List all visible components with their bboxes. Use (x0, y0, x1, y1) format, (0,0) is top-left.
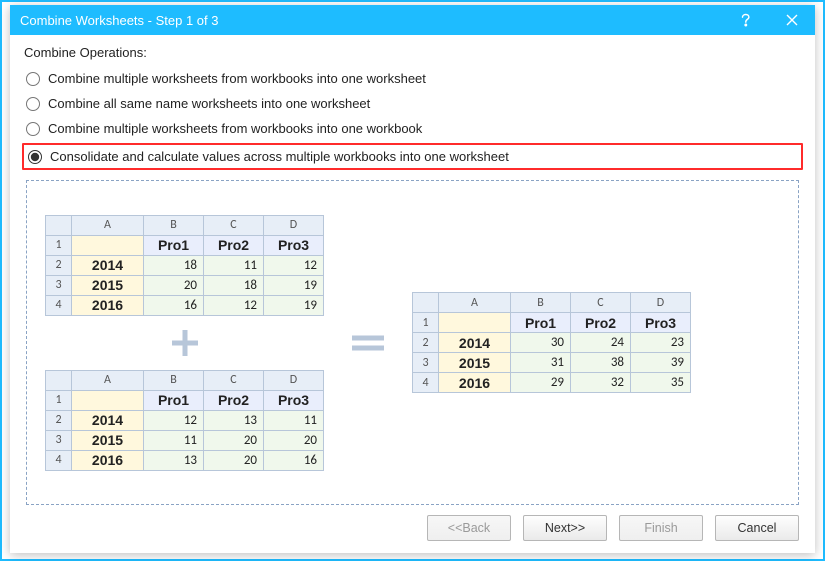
radio-combine-one-worksheet[interactable] (26, 72, 40, 86)
value-cell: 16 (264, 450, 324, 470)
radio-combine-one-workbook[interactable] (26, 122, 40, 136)
value-cell: 30 (511, 333, 571, 353)
value-cell: 29 (511, 373, 571, 393)
column-letter: C (204, 370, 264, 390)
column-letter: D (264, 370, 324, 390)
value-cell: 18 (204, 275, 264, 295)
column-letter: B (144, 370, 204, 390)
close-button[interactable] (769, 5, 815, 35)
option-label: Combine multiple worksheets from workboo… (48, 71, 426, 86)
finish-button: Finish (619, 515, 703, 541)
column-header: Pro2 (571, 313, 631, 333)
value-cell: 20 (264, 430, 324, 450)
equals-icon (348, 328, 388, 358)
value-cell: 11 (264, 410, 324, 430)
column-letter: D (264, 215, 324, 235)
value-cell: 11 (144, 430, 204, 450)
option-label: Combine all same name worksheets into on… (48, 96, 370, 111)
column-header: Pro3 (631, 313, 691, 333)
value-cell: 20 (144, 275, 204, 295)
value-cell: 12 (204, 295, 264, 315)
column-header: Pro3 (264, 235, 324, 255)
year-cell: 2015 (439, 353, 511, 373)
value-cell: 20 (204, 450, 264, 470)
next-button[interactable]: Next>> (523, 515, 607, 541)
dialog-body: Combine Operations: Combine multiple wor… (10, 35, 815, 553)
value-cell: 35 (631, 373, 691, 393)
combine-operations-group: Combine multiple worksheets from workboo… (22, 66, 803, 170)
column-letter: A (72, 370, 144, 390)
value-cell: 18 (144, 255, 204, 275)
row-header-blank (72, 235, 144, 255)
titlebar: Combine Worksheets - Step 1 of 3 (10, 5, 815, 35)
value-cell: 13 (144, 450, 204, 470)
value-cell: 13 (204, 410, 264, 430)
radio-consolidate-calculate[interactable] (28, 150, 42, 164)
value-cell: 24 (571, 333, 631, 353)
window-title: Combine Worksheets - Step 1 of 3 (20, 13, 723, 28)
year-cell: 2014 (72, 255, 144, 275)
year-cell: 2015 (72, 275, 144, 295)
value-cell: 12 (144, 410, 204, 430)
value-cell: 38 (571, 353, 631, 373)
value-cell: 16 (144, 295, 204, 315)
value-cell: 19 (264, 295, 324, 315)
plus-icon (168, 326, 202, 360)
preview-panel: ABCD1Pro1Pro2Pro322014181112320152018194… (26, 180, 799, 505)
value-cell: 11 (204, 255, 264, 275)
column-letter: A (439, 293, 511, 313)
row-header-blank (72, 390, 144, 410)
column-letter: A (72, 215, 144, 235)
value-cell: 31 (511, 353, 571, 373)
option-combine-into-one-worksheet[interactable]: Combine multiple worksheets from workboo… (22, 66, 803, 91)
value-cell: 39 (631, 353, 691, 373)
option-label: Consolidate and calculate values across … (50, 149, 509, 164)
year-cell: 2014 (439, 333, 511, 353)
dialog-button-row: <<Back Next>> Finish Cancel (22, 505, 803, 543)
column-letter: B (511, 293, 571, 313)
preview-table-top: ABCD1Pro1Pro2Pro322014181112320152018194… (45, 215, 324, 316)
year-cell: 2016 (439, 373, 511, 393)
column-header: Pro1 (144, 235, 204, 255)
cancel-button[interactable]: Cancel (715, 515, 799, 541)
value-cell: 20 (204, 430, 264, 450)
year-cell: 2016 (72, 295, 144, 315)
year-cell: 2016 (72, 450, 144, 470)
option-label: Combine multiple worksheets from workboo… (48, 121, 422, 136)
year-cell: 2014 (72, 410, 144, 430)
option-combine-into-one-workbook[interactable]: Combine multiple worksheets from workboo… (22, 116, 803, 141)
column-header: Pro3 (264, 390, 324, 410)
column-letter: D (631, 293, 691, 313)
column-letter: B (144, 215, 204, 235)
option-consolidate-calculate[interactable]: Consolidate and calculate values across … (26, 146, 799, 167)
value-cell: 32 (571, 373, 631, 393)
value-cell: 23 (631, 333, 691, 353)
dialog-window: Combine Worksheets - Step 1 of 3 Combine… (10, 5, 815, 553)
help-button[interactable] (723, 5, 769, 35)
column-letter: C (571, 293, 631, 313)
preview-table-bottom: ABCD1Pro1Pro2Pro322014121311320151120204… (45, 370, 324, 471)
preview-table-result: ABCD1Pro1Pro2Pro322014302423320153138394… (412, 292, 691, 393)
column-header: Pro2 (204, 235, 264, 255)
preview-inputs-stack: ABCD1Pro1Pro2Pro322014181112320152018194… (45, 215, 324, 471)
selected-option-highlight: Consolidate and calculate values across … (22, 143, 803, 170)
value-cell: 19 (264, 275, 324, 295)
column-letter: C (204, 215, 264, 235)
radio-combine-same-name[interactable] (26, 97, 40, 111)
option-combine-same-name[interactable]: Combine all same name worksheets into on… (22, 91, 803, 116)
column-header: Pro2 (204, 390, 264, 410)
year-cell: 2015 (72, 430, 144, 450)
back-button: <<Back (427, 515, 511, 541)
row-header-blank (439, 313, 511, 333)
value-cell: 12 (264, 255, 324, 275)
column-header: Pro1 (144, 390, 204, 410)
section-heading: Combine Operations: (24, 45, 803, 60)
column-header: Pro1 (511, 313, 571, 333)
